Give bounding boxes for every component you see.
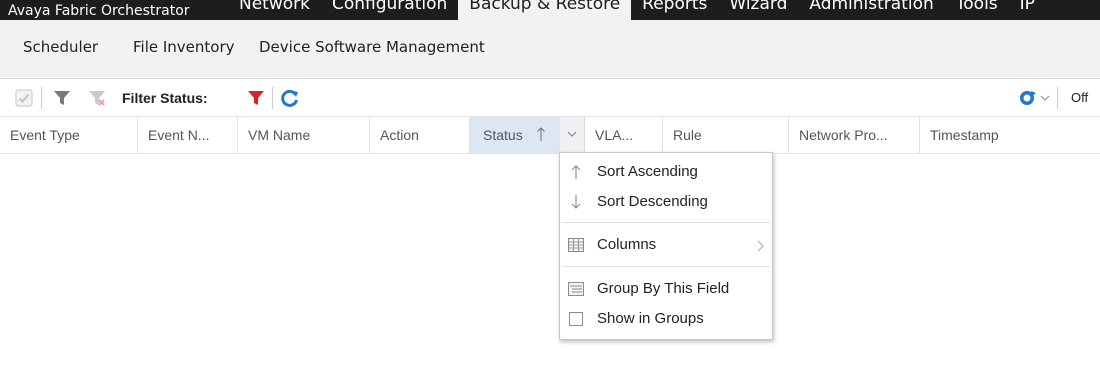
checkbox-icon[interactable] xyxy=(568,311,584,327)
subnav-item-device-software-management[interactable]: Device Software Management xyxy=(259,38,485,56)
nav-tab-configuration[interactable]: Configuration xyxy=(321,0,458,20)
column-menu-trigger[interactable] xyxy=(560,117,585,153)
column-header-timestamp[interactable]: Timestamp xyxy=(920,117,1100,153)
auto-refresh-status: Off xyxy=(1071,90,1089,105)
group-icon xyxy=(568,281,584,297)
chevron-down-icon[interactable] xyxy=(1039,88,1051,108)
nav-tab-network[interactable]: Network xyxy=(228,0,321,20)
column-header-label: Network Pro... xyxy=(799,127,888,143)
column-header-network-profile[interactable]: Network Pro... xyxy=(789,117,920,153)
subnav-item-file-inventory[interactable]: File Inventory xyxy=(133,38,235,56)
menu-item-sort-ascending[interactable]: Sort Ascending xyxy=(560,158,772,186)
menu-item-show-in-groups[interactable]: Show in Groups xyxy=(560,305,772,333)
menu-item-sort-descending[interactable]: Sort Descending xyxy=(560,188,772,216)
column-context-menu: Sort Ascending Sort Descending Columns G… xyxy=(559,152,773,340)
auto-refresh-icon[interactable] xyxy=(1018,88,1038,108)
menu-divider xyxy=(562,222,770,223)
column-header-event-type[interactable]: Event Type xyxy=(0,117,138,153)
column-header-label: Timestamp xyxy=(930,127,999,143)
column-header-rule[interactable]: Rule xyxy=(663,117,789,153)
toolbar-divider xyxy=(272,87,273,109)
column-header-action[interactable]: Action xyxy=(370,117,470,153)
top-bar: Avaya Fabric Orchestrator Network Config… xyxy=(0,0,1100,20)
column-header-status[interactable]: Status xyxy=(470,117,560,153)
column-header-label: VLA... xyxy=(595,127,634,143)
nav-tab-backup-restore[interactable]: Backup & Restore xyxy=(458,0,632,20)
column-header-vm-name[interactable]: VM Name xyxy=(238,117,370,153)
app-title: Avaya Fabric Orchestrator xyxy=(8,3,190,19)
toolbar-divider xyxy=(1057,87,1058,109)
nav-tab-wizard[interactable]: Wizard xyxy=(718,0,798,20)
menu-item-columns[interactable]: Columns xyxy=(560,231,772,259)
menu-item-label: Show in Groups xyxy=(597,310,704,327)
column-header-label: Event N... xyxy=(148,127,210,143)
column-header-event-name[interactable]: Event N... xyxy=(138,117,238,153)
column-header-label: VM Name xyxy=(248,127,311,143)
menu-divider xyxy=(562,266,770,267)
filter-status-label: Filter Status: xyxy=(122,90,208,106)
grid-header: Event Type Event N... VM Name Action Sta… xyxy=(0,116,1100,154)
chevron-down-icon xyxy=(566,127,578,145)
menu-item-label: Group By This Field xyxy=(597,280,730,297)
nav-tab-administration[interactable]: Administration xyxy=(798,0,944,20)
nav-tab-tools[interactable]: Tools xyxy=(945,0,1009,20)
column-header-label: Rule xyxy=(673,127,702,143)
arrow-down-icon xyxy=(568,194,584,210)
nav-tab-reports[interactable]: Reports xyxy=(631,0,718,20)
column-header-label: Action xyxy=(380,127,419,143)
nav-tab-ip[interactable]: IP xyxy=(1009,0,1046,20)
sort-ascending-icon xyxy=(536,126,546,147)
filter-icon[interactable] xyxy=(52,88,72,108)
column-header-vlan[interactable]: VLA... xyxy=(585,117,663,153)
refresh-icon[interactable] xyxy=(280,88,300,108)
checkbox-icon[interactable] xyxy=(14,88,34,108)
columns-icon xyxy=(568,237,584,253)
menu-item-label: Sort Ascending xyxy=(597,163,698,180)
arrow-up-icon xyxy=(568,164,584,180)
menu-item-label: Sort Descending xyxy=(597,193,708,210)
main-nav: Network Configuration Backup & Restore R… xyxy=(228,0,1046,20)
clear-filter-icon[interactable] xyxy=(87,88,107,108)
toolbar: Filter Status: Off xyxy=(0,78,1100,117)
menu-item-group-by-field[interactable]: Group By This Field xyxy=(560,275,772,303)
column-header-label: Status xyxy=(483,127,523,143)
toolbar-divider xyxy=(41,87,42,109)
filter-active-icon[interactable] xyxy=(246,88,266,108)
sub-nav: Scheduler File Inventory Device Software… xyxy=(0,20,1100,77)
column-header-label: Event Type xyxy=(10,127,80,143)
chevron-right-icon xyxy=(756,239,764,257)
menu-item-label: Columns xyxy=(597,236,657,253)
subnav-item-scheduler[interactable]: Scheduler xyxy=(23,38,98,56)
